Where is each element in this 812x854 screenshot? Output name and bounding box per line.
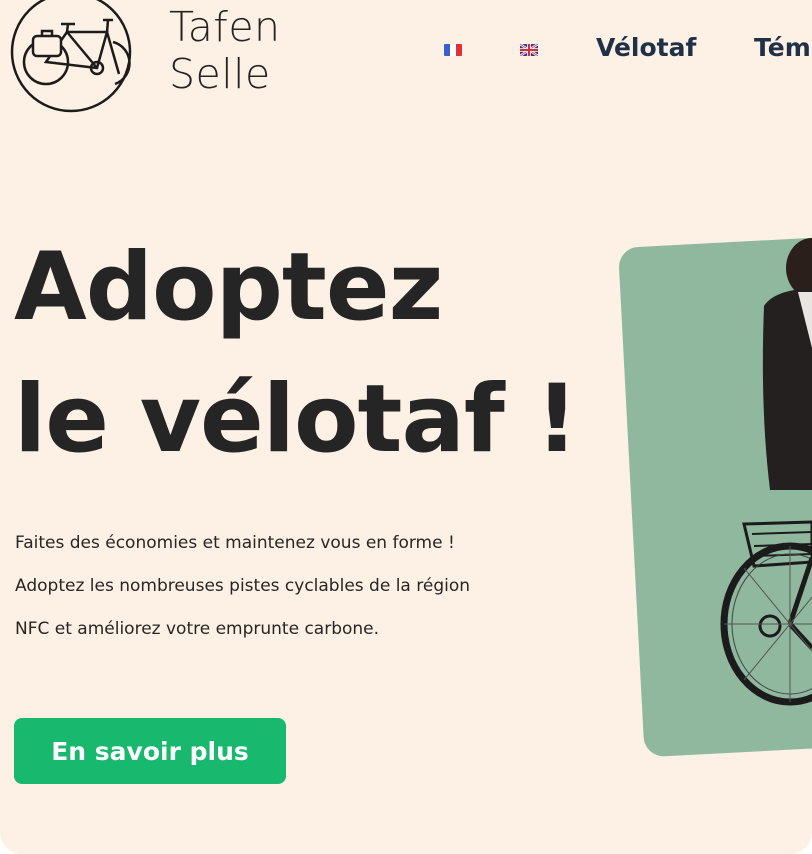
hero-text-line-3: NFC et améliorez votre emprunte carbone. (15, 619, 380, 639)
page: Tafen Selle Vélotaf Tém Adoptez le vélot… (0, 0, 812, 854)
cyclist-photo (720, 238, 812, 706)
bicycle-logo-icon[interactable] (9, 0, 133, 114)
hero-title: Adoptez le vélotaf ! (14, 222, 578, 486)
hero-title-line-1: Adoptez (14, 233, 443, 342)
english-flag-icon[interactable] (520, 44, 538, 56)
french-flag-icon[interactable] (444, 44, 462, 56)
brand-line-2: Selle (169, 50, 271, 98)
learn-more-button[interactable]: En savoir plus (14, 718, 286, 784)
hero-text-line-2: Adoptez les nombreuses pistes cyclables … (15, 576, 471, 596)
hero-description: Faites des économies et maintenez vous e… (15, 522, 470, 651)
hero-text-line-1: Faites des économies et maintenez vous e… (15, 533, 455, 553)
nav-link-temoignages[interactable]: Tém (754, 33, 811, 62)
brand-name[interactable]: Tafen Selle (169, 4, 281, 98)
nav-link-velotaf[interactable]: Vélotaf (596, 33, 696, 62)
hero-title-line-2: le vélotaf ! (14, 365, 578, 474)
brand-line-1: Tafen (169, 3, 281, 51)
